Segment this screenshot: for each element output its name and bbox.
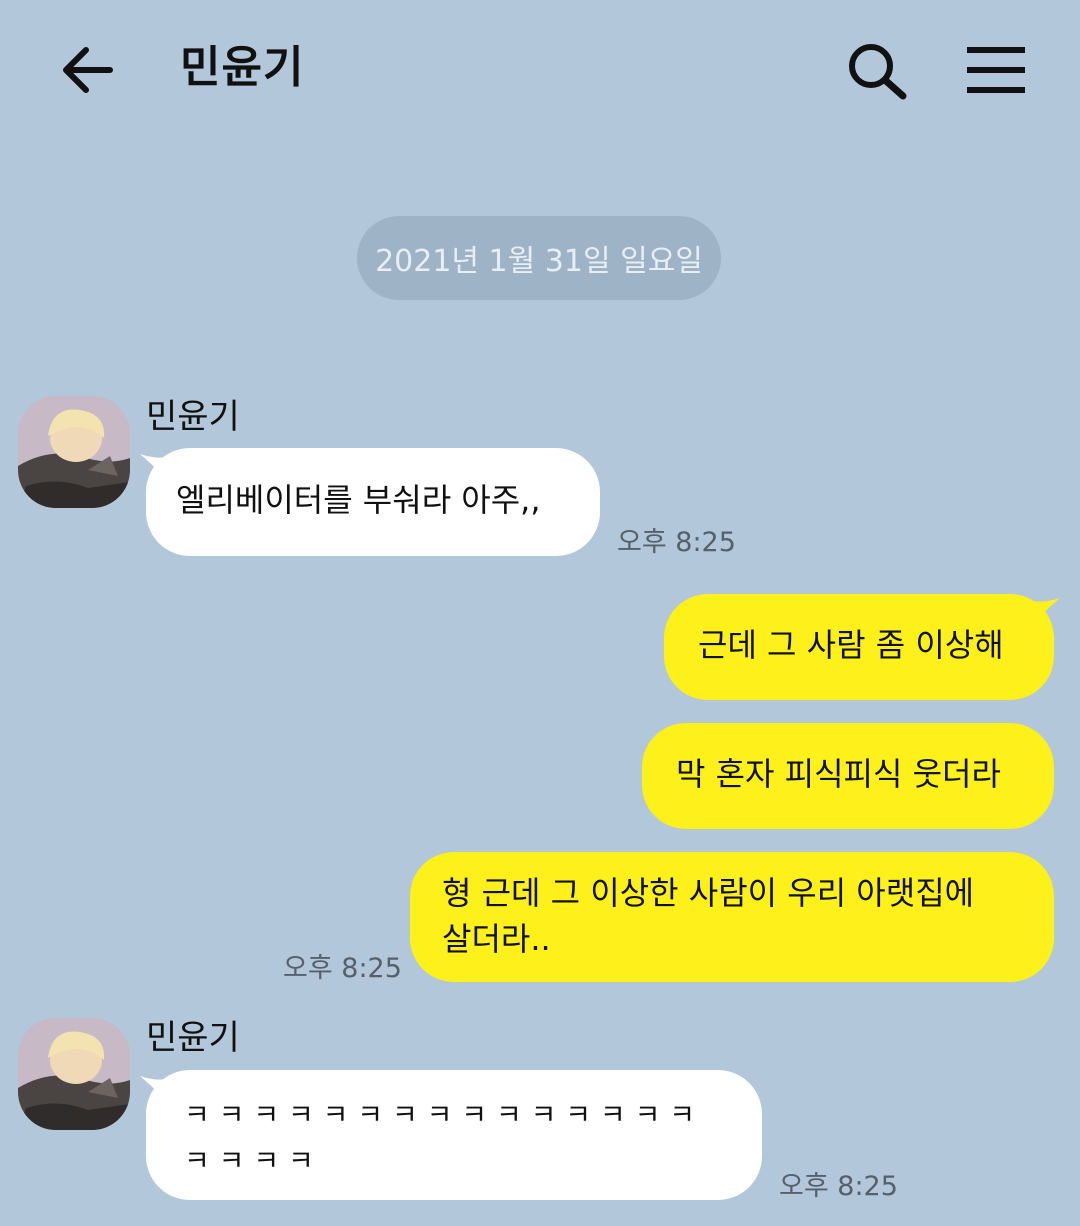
avatar[interactable] xyxy=(18,396,130,508)
message-bubble[interactable]: 형 근데 그 이상한 사람이 우리 아랫집에 살더라.. xyxy=(410,852,1054,982)
arrow-left-icon xyxy=(63,47,113,93)
sender-name: 민윤기 xyxy=(146,397,240,437)
message-time: 오후 8:25 xyxy=(283,953,402,984)
message-bubble[interactable]: ㅋ ㅋ ㅋ ㅋ ㅋ ㅋ ㅋ ㅋ ㅋ ㅋ ㅋ ㅋ ㅋ ㅋ ㅋ ㅋ ㅋ ㅋ ㅋ xyxy=(146,1070,762,1200)
message-text: 엘리베이터를 부숴라 아주,, xyxy=(176,481,541,519)
profile-photo-icon xyxy=(18,396,130,508)
message-bubble[interactable]: 막 혼자 피식피식 웃더라 xyxy=(642,723,1054,829)
message-time: 오후 8:25 xyxy=(617,527,736,558)
menu-button[interactable] xyxy=(964,40,1028,100)
message-time: 오후 8:25 xyxy=(779,1171,898,1202)
search-icon xyxy=(849,44,907,100)
message-bubble[interactable]: 엘리베이터를 부숴라 아주,, xyxy=(146,448,600,556)
back-button[interactable] xyxy=(58,40,118,100)
message-text-line: ㅋ ㅋ ㅋ ㅋ xyxy=(184,1144,314,1177)
profile-photo-icon xyxy=(18,1018,130,1130)
message-text-line: 살더라.. xyxy=(442,920,551,958)
message-text-line: ㅋ ㅋ ㅋ ㅋ ㅋ ㅋ ㅋ ㅋ ㅋ ㅋ ㅋ ㅋ ㅋ ㅋ ㅋ xyxy=(184,1098,696,1131)
date-divider: 2021년 1월 31일 일요일 xyxy=(357,216,721,300)
hamburger-menu-icon xyxy=(967,47,1025,93)
avatar[interactable] xyxy=(18,1018,130,1130)
chat-title: 민윤기 xyxy=(180,42,305,93)
sender-name: 민윤기 xyxy=(146,1018,240,1058)
message-bubble[interactable]: 근데 그 사람 좀 이상해 xyxy=(664,594,1054,700)
search-button[interactable] xyxy=(845,40,909,100)
message-text-line: 형 근데 그 이상한 사람이 우리 아랫집에 xyxy=(442,874,975,912)
message-text: 막 혼자 피식피식 웃더라 xyxy=(676,755,1001,793)
message-text: 근데 그 사람 좀 이상해 xyxy=(698,626,1004,664)
